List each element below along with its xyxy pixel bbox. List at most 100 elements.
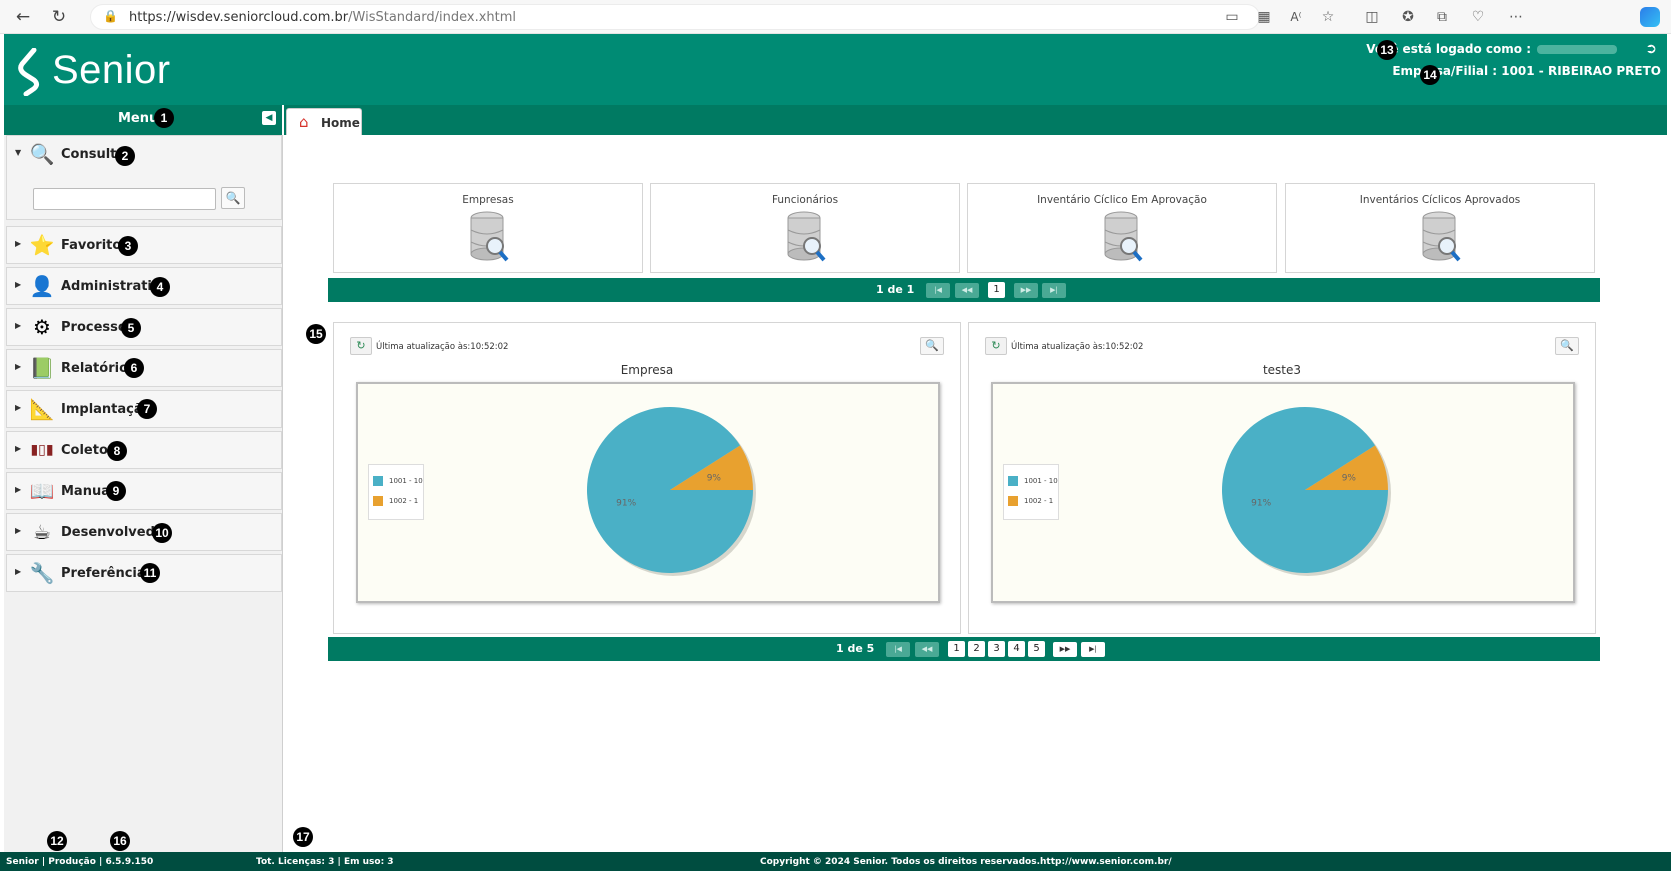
annotation-marker: 15 bbox=[306, 324, 326, 344]
first-page-button[interactable]: |◀ bbox=[926, 283, 950, 298]
collapsed-arrow-icon: ▶ bbox=[15, 321, 22, 330]
more-icon[interactable]: ⋯ bbox=[1506, 7, 1526, 27]
page-number-button[interactable]: 3 bbox=[988, 641, 1005, 657]
collapsed-arrow-icon: ▶ bbox=[15, 444, 22, 453]
database-search-icon bbox=[787, 211, 826, 262]
split-screen-icon[interactable]: ◫ bbox=[1362, 7, 1382, 27]
zoom-button[interactable]: 🔍 bbox=[920, 337, 944, 355]
sidebar-item-administrativo[interactable]: ▶ 👤 Administrativo bbox=[6, 267, 282, 305]
menu-header: Menu ◀ bbox=[4, 105, 282, 135]
database-search-icon bbox=[470, 211, 509, 262]
card-title: Inventário Cíclico Em Aprovação bbox=[1037, 194, 1207, 206]
card-inventario-em-aprovacao[interactable]: Inventário Cíclico Em Aprovação bbox=[967, 183, 1277, 273]
refresh-button[interactable]: ↻ bbox=[350, 337, 372, 355]
last-update-label: Última atualização às:10:52:02 bbox=[1011, 342, 1144, 352]
cards-pager: 1 de 1 |◀ ◀◀ 1 ▶▶ ▶| bbox=[328, 278, 1600, 302]
pie-value-label: 91% bbox=[616, 499, 636, 509]
annotation-marker: 9 bbox=[106, 481, 126, 501]
collapsed-arrow-icon: ▶ bbox=[15, 280, 22, 289]
folder-star-icon: ⭐ bbox=[29, 233, 55, 257]
senior-logo-icon bbox=[18, 48, 40, 96]
sidebar-item-manual[interactable]: ▶ 📖 Manual bbox=[6, 472, 282, 510]
sidebar-item-favoritos[interactable]: ▶ ⭐ Favoritos bbox=[6, 226, 282, 264]
page-number-button[interactable]: 1 bbox=[988, 282, 1005, 298]
prev-page-button[interactable]: ◀◀ bbox=[955, 283, 979, 298]
gears-icon: ⚙ bbox=[33, 315, 51, 339]
next-page-button[interactable]: ▶▶ bbox=[1053, 642, 1077, 657]
chart-legend: 1001 - 10 1002 - 1 bbox=[368, 464, 424, 520]
prev-page-button[interactable]: ◀◀ bbox=[915, 642, 939, 657]
collapsed-arrow-icon: ▶ bbox=[15, 485, 22, 494]
favorites-icon[interactable]: ✪ bbox=[1398, 7, 1418, 27]
collapsed-arrow-icon: ▶ bbox=[15, 403, 22, 412]
redacted-username bbox=[1537, 45, 1617, 54]
tab-home[interactable]: ⌂ Home bbox=[286, 108, 362, 135]
app-header: Senior Você está logado como : ➲ Empresa… bbox=[4, 34, 1667, 105]
annotation-marker: 8 bbox=[107, 441, 127, 461]
annotation-marker: 2 bbox=[115, 146, 135, 166]
legend-swatch bbox=[373, 496, 383, 506]
apps-icon[interactable]: ▦ bbox=[1254, 7, 1274, 27]
back-icon[interactable]: ← bbox=[12, 6, 34, 28]
last-page-button[interactable]: ▶| bbox=[1081, 642, 1105, 657]
immersive-reader-icon[interactable]: ▭ bbox=[1222, 7, 1242, 27]
favorite-star-icon[interactable]: ☆ bbox=[1318, 7, 1338, 27]
legend-label: 1002 - 1 bbox=[389, 497, 419, 505]
card-title: Empresas bbox=[462, 194, 514, 206]
annotation-marker: 16 bbox=[110, 831, 130, 851]
sidebar-item-consulta[interactable]: ▼ 🔍 Consulta 🔍 bbox=[6, 135, 282, 220]
annotation-marker: 12 bbox=[47, 831, 67, 851]
annotation-marker: 1 bbox=[154, 108, 174, 128]
read-aloud-icon[interactable]: A⁽ bbox=[1286, 7, 1306, 27]
page-number-button[interactable]: 5 bbox=[1028, 641, 1045, 657]
menu-search-input[interactable] bbox=[33, 188, 216, 210]
sidebar-item-desenvolvedor[interactable]: ▶ ☕ Desenvolvedor bbox=[6, 513, 282, 551]
browser-toolbar: ← ↻ 🔒 https://wisdev.seniorcloud.com.br/… bbox=[0, 0, 1671, 34]
page-number-button[interactable]: 4 bbox=[1008, 641, 1025, 657]
chart-panel-empresa: ↻ Última atualização às:10:52:02 🔍 Empre… bbox=[333, 322, 961, 634]
sidebar-item-coletor[interactable]: ▶ ▮▯▮ Coletor bbox=[6, 431, 282, 469]
lock-icon: 🔒 bbox=[103, 9, 118, 23]
chart-title: Empresa bbox=[620, 363, 674, 377]
reload-icon[interactable]: ↻ bbox=[48, 6, 70, 28]
refresh-button[interactable]: ↻ bbox=[985, 337, 1007, 355]
legend-swatch bbox=[1008, 496, 1018, 506]
collections-icon[interactable]: ⧉ bbox=[1432, 7, 1452, 27]
first-page-button[interactable]: |◀ bbox=[886, 642, 910, 657]
page-number-button[interactable]: 2 bbox=[968, 641, 985, 657]
pie-chart: 91% 9% bbox=[1222, 407, 1391, 576]
collapsed-arrow-icon: ▶ bbox=[15, 362, 22, 371]
sidebar-item-processos[interactable]: ▶ ⚙ Processos bbox=[6, 308, 282, 346]
menu-search-button[interactable]: 🔍 bbox=[221, 187, 245, 209]
barcode-icon: ▮▯▮ bbox=[30, 442, 54, 458]
browser-essentials-icon[interactable]: ♡ bbox=[1468, 7, 1488, 27]
chart-title: teste3 bbox=[1262, 363, 1302, 377]
annotation-marker: 5 bbox=[121, 318, 141, 338]
database-search-icon bbox=[1422, 211, 1461, 262]
address-bar[interactable]: 🔒 https://wisdev.seniorcloud.com.br/WisS… bbox=[90, 4, 1260, 30]
database-search-icon bbox=[1104, 211, 1143, 262]
chart-legend: 1001 - 10 1002 - 1 bbox=[1003, 464, 1059, 520]
wrench-globe-icon: 🔧 bbox=[29, 561, 55, 585]
legend-swatch bbox=[1008, 476, 1018, 486]
card-empresas[interactable]: Empresas bbox=[333, 183, 643, 273]
logout-icon[interactable]: ➲ bbox=[1645, 41, 1657, 57]
footer-copyright[interactable]: Copyright © 2024 Senior. Todos os direit… bbox=[760, 857, 1172, 867]
sidebar-item-relatorios[interactable]: ▶ 📗 Relatórios bbox=[6, 349, 282, 387]
next-page-button[interactable]: ▶▶ bbox=[1014, 283, 1038, 298]
logged-user: Você está logado como : bbox=[1366, 42, 1617, 56]
card-inventarios-aprovados[interactable]: Inventários Cíclicos Aprovados bbox=[1285, 183, 1595, 273]
design-tools-icon: 📐 bbox=[29, 397, 55, 421]
pie-value-label: 91% bbox=[1251, 499, 1271, 509]
last-page-button[interactable]: ▶| bbox=[1042, 283, 1066, 298]
copilot-icon[interactable] bbox=[1640, 7, 1660, 27]
annotation-marker: 10 bbox=[152, 523, 172, 543]
annotation-marker: 7 bbox=[137, 399, 157, 419]
zoom-button[interactable]: 🔍 bbox=[1555, 337, 1579, 355]
footer-version: Senior | Produção | 6.5.9.150 bbox=[6, 857, 154, 867]
footer: Senior | Produção | 6.5.9.150 Tot. Licen… bbox=[0, 852, 1671, 871]
chart-area: 1001 - 10 1002 - 1 91% 9% bbox=[356, 382, 940, 603]
collapse-menu-icon[interactable]: ◀ bbox=[262, 111, 276, 125]
card-funcionarios[interactable]: Funcionários bbox=[650, 183, 960, 273]
page-number-button[interactable]: 1 bbox=[948, 641, 965, 657]
